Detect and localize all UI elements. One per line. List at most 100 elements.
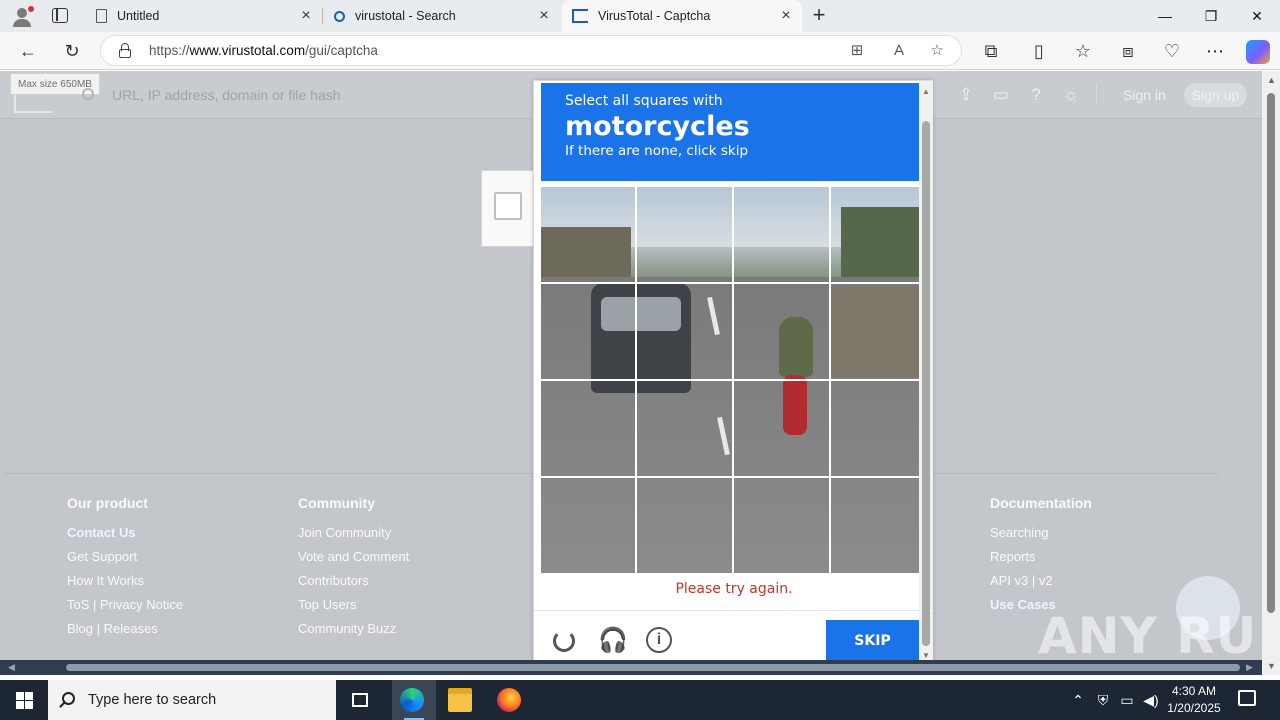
captcha-tile[interactable]	[832, 187, 919, 282]
network-icon[interactable]: ▭	[1117, 690, 1137, 710]
windows-start-icon[interactable]	[16, 692, 33, 709]
captcha-tile[interactable]	[541, 284, 635, 379]
close-tab-icon[interactable]: ×	[778, 8, 794, 24]
captcha-tile[interactable]	[832, 284, 919, 379]
captcha-tile[interactable]	[541, 187, 635, 282]
scrollbar-thumb[interactable]	[66, 664, 1240, 671]
minimize-button[interactable]: —	[1142, 0, 1188, 32]
captcha-error-message: Please try again.	[675, 581, 793, 597]
recaptcha-checkbox[interactable]	[494, 192, 522, 220]
captcha-tile[interactable]	[735, 284, 829, 379]
back-icon[interactable]: ←	[16, 39, 40, 63]
page-horizontal-scrollbar[interactable]: ◀ ▶	[0, 660, 1262, 675]
captcha-tile[interactable]	[832, 381, 919, 476]
footer-link-how-it-works[interactable]: How It Works	[67, 573, 183, 597]
scroll-down-icon[interactable]: ▼	[921, 651, 931, 660]
tab-actions-icon[interactable]	[52, 8, 68, 23]
audio-challenge-button[interactable]: 🎧	[598, 627, 628, 655]
footer-link-tos-privacy[interactable]: ToS | Privacy Notice	[67, 597, 183, 621]
tab-title: VirusTotal - Captcha	[598, 9, 711, 23]
security-icon[interactable]: ⛨	[1093, 690, 1113, 710]
maximize-button[interactable]: ❐	[1188, 0, 1234, 32]
recaptcha-checkbox-card	[481, 170, 541, 247]
sign-in-link[interactable]: Sign in	[1123, 87, 1166, 103]
scrollbar-thumb[interactable]	[922, 121, 930, 646]
reload-challenge-button[interactable]	[550, 627, 578, 655]
captcha-scrollbar[interactable]: ▲ ▼	[919, 81, 933, 662]
captcha-skip-hint: If there are none, click skip	[565, 143, 749, 159]
split-screen-icon[interactable]: ▯	[1027, 39, 1051, 63]
footer-link-vote-comment[interactable]: Vote and Comment	[298, 549, 409, 573]
close-window-button[interactable]: ✕	[1234, 0, 1280, 32]
divider	[1096, 84, 1097, 106]
windows-taskbar: Type here to search ⌃ ⛨ ▭ ◀) 4:30 AM 1/2…	[0, 680, 1280, 720]
copilot-icon[interactable]	[1246, 40, 1270, 64]
volume-icon[interactable]: ◀)	[1141, 690, 1161, 710]
captcha-tile[interactable]	[638, 187, 732, 282]
scroll-down-icon[interactable]: ▼	[1267, 661, 1276, 671]
captcha-tile[interactable]	[832, 478, 919, 573]
captcha-tile[interactable]	[541, 478, 635, 573]
tab-untitled[interactable]: Untitled ×	[86, 0, 322, 32]
footer-link-join-community[interactable]: Join Community	[298, 525, 409, 549]
captcha-footer-divider	[534, 610, 934, 611]
footer-link-api[interactable]: API v3 | v2	[990, 573, 1092, 597]
refresh-icon[interactable]: ↻	[60, 39, 84, 63]
footer-link-searching[interactable]: Searching	[990, 525, 1092, 549]
captcha-tile[interactable]	[638, 284, 732, 379]
browser-essentials-icon[interactable]: ♡	[1160, 39, 1184, 63]
app-available-icon[interactable]: ⊞	[847, 41, 867, 61]
taskbar-search-placeholder: Type here to search	[88, 692, 217, 708]
read-aloud-icon[interactable]: A	[889, 41, 909, 61]
theme-toggle-icon[interactable]: ☼	[1061, 85, 1081, 105]
footer-link-get-support[interactable]: Get Support	[67, 549, 183, 573]
close-tab-icon[interactable]: ×	[298, 8, 314, 24]
url-field[interactable]: https://www.virustotal.com/gui/captcha ⊞…	[100, 35, 962, 66]
edge-icon[interactable]	[400, 688, 424, 712]
refresh-icon	[553, 630, 575, 652]
tab-virustotal-search[interactable]: virustotal - Search ×	[324, 0, 560, 32]
help-icon[interactable]: ?	[1026, 85, 1046, 105]
scrollbar-thumb[interactable]	[1267, 93, 1275, 613]
footer-link-community-buzz[interactable]: Community Buzz	[298, 621, 409, 645]
footer-link-contributors[interactable]: Contributors	[298, 573, 409, 597]
skip-button[interactable]: SKIP	[826, 620, 919, 662]
task-view-icon[interactable]	[352, 693, 368, 707]
scroll-up-icon[interactable]: ▲	[1267, 75, 1276, 85]
notifications-icon[interactable]	[1238, 690, 1256, 706]
captcha-tile[interactable]	[735, 187, 829, 282]
scroll-right-icon[interactable]: ▶	[1246, 662, 1253, 673]
help-button[interactable]: i	[646, 627, 674, 655]
captcha-tile[interactable]	[735, 381, 829, 476]
upload-icon[interactable]: ⇪	[956, 85, 976, 105]
show-hidden-icons-icon[interactable]: ⌃	[1068, 690, 1088, 710]
lock-icon[interactable]	[119, 43, 131, 58]
firefox-icon[interactable]	[497, 688, 521, 712]
file-explorer-icon[interactable]	[448, 688, 472, 712]
scroll-up-icon[interactable]: ▲	[921, 87, 931, 96]
tab-virustotal-captcha[interactable]: VirusTotal - Captcha ×	[562, 0, 802, 32]
footer-link-blog-releases[interactable]: Blog | Releases	[67, 621, 183, 645]
footer-link-top-users[interactable]: Top Users	[298, 597, 409, 621]
captcha-tile[interactable]	[541, 381, 635, 476]
profile-icon[interactable]	[8, 5, 36, 27]
new-tab-button[interactable]: +	[808, 4, 830, 27]
favorites-icon[interactable]: ☆	[1071, 39, 1095, 63]
captcha-tile[interactable]	[638, 381, 732, 476]
captcha-tile[interactable]	[638, 478, 732, 573]
settings-more-icon[interactable]: ⋯	[1203, 39, 1227, 63]
favorite-star-icon[interactable]: ☆	[927, 41, 947, 61]
taskbar-search-box[interactable]: Type here to search	[48, 680, 336, 720]
captcha-tile[interactable]	[735, 478, 829, 573]
sign-up-button[interactable]: Sign up	[1184, 83, 1247, 107]
close-tab-icon[interactable]: ×	[536, 8, 552, 24]
taskbar-clock[interactable]: 4:30 AM 1/20/2025	[1164, 683, 1224, 717]
footer-link-reports[interactable]: Reports	[990, 549, 1092, 573]
extensions-icon[interactable]: ⧉	[979, 39, 1003, 63]
page-vertical-scrollbar[interactable]: ▲ ▼	[1262, 71, 1280, 675]
footer-link-contact-us[interactable]: Contact Us	[67, 525, 183, 549]
search-input[interactable]: URL, IP address, domain or file hash	[112, 87, 341, 103]
notifications-icon[interactable]: ▭	[991, 85, 1011, 105]
collections-icon[interactable]: ⧈	[1116, 39, 1140, 63]
scroll-left-icon[interactable]: ◀	[8, 662, 15, 673]
